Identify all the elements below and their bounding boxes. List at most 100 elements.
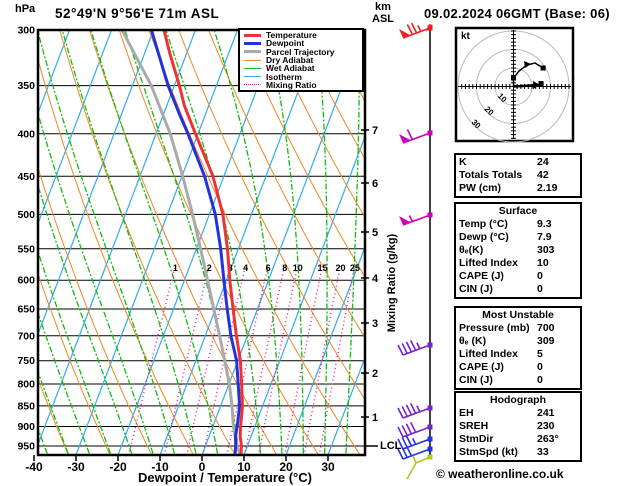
table-row-label: CAPE (J)	[459, 270, 504, 282]
km-unit-label: km	[375, 1, 391, 13]
table-row: EH 241	[459, 407, 577, 420]
legend-swatch	[244, 33, 261, 37]
legend-item: Wet Adiabat	[244, 64, 362, 73]
table-row-value: 5	[537, 348, 543, 360]
table-row: θₑ (K) 309	[459, 335, 577, 348]
table-row: Totals Totals 42	[459, 169, 577, 182]
table-row-label: StmDir	[459, 433, 494, 445]
pressure-tick-label: 800	[17, 379, 35, 391]
table-row: CAPE (J) 0	[459, 361, 577, 374]
asl-unit-label: ASL	[372, 13, 394, 25]
copyright-label: © weatheronline.co.uk	[436, 467, 564, 481]
table-row: PW (cm) 2.19	[459, 182, 577, 195]
legend-swatch	[244, 76, 261, 78]
table-most-unstable: Most Unstable Pressure (mb) 700 θₑ (K) 3…	[454, 306, 582, 390]
table-row-label: CIN (J)	[459, 283, 493, 295]
legend-swatch	[244, 59, 261, 61]
km-tick-label: 2	[372, 368, 378, 380]
table-row: K 24	[459, 156, 577, 169]
km-tick-label: 4	[372, 273, 379, 285]
mixing-ratio-value-label: 6	[266, 263, 271, 273]
legend-item-label: Mixing Ratio	[266, 79, 317, 90]
table-row: Lifted Index 10	[459, 257, 577, 270]
table-row-value: 0	[537, 270, 543, 282]
table-row: Pressure (mb) 700	[459, 322, 577, 335]
table-surface: Surface Temp (°C) 9.3 Dewp (°C) 7.9 θₑ(K…	[454, 202, 582, 299]
table-row-value: 42	[537, 169, 549, 181]
mixing-ratio-value-label: 1	[173, 263, 178, 273]
table-row-label: θₑ (K)	[459, 335, 487, 347]
legend-swatch	[244, 41, 261, 45]
table-row-label: Pressure (mb)	[459, 322, 530, 334]
table-row: Dewp (°C) 7.9	[459, 231, 577, 244]
table-row: CAPE (J) 0	[459, 270, 577, 283]
pressure-tick-label: 300	[17, 25, 35, 37]
mixing-ratio-value-label: 20	[335, 263, 345, 273]
table-row-value: 241	[537, 407, 555, 419]
pressure-tick-label: 850	[17, 400, 35, 412]
pressure-tick-label: 350	[17, 80, 35, 92]
table-row-label: Dewp (°C)	[459, 231, 509, 243]
km-tick-label: 7	[372, 125, 378, 137]
table-row: CIN (J) 0	[459, 283, 577, 296]
legend-swatch	[244, 67, 261, 69]
temp-tick-label: -40	[25, 460, 43, 474]
table-row-value: 230	[537, 420, 555, 432]
table-row-label: θₑ(K)	[459, 244, 484, 256]
table-title: Most Unstable	[482, 309, 554, 321]
pressure-tick-label: 600	[17, 275, 35, 287]
table-row: Lifted Index 5	[459, 348, 577, 361]
table-row-value: 303	[537, 244, 555, 256]
table-row: StmSpd (kt) 33	[459, 446, 577, 459]
table-row-label: K	[459, 156, 467, 168]
pressure-tick-label: 950	[17, 441, 35, 453]
hodograph-panel: 102030	[454, 26, 575, 143]
km-tick-label: 5	[372, 227, 378, 239]
table-row-label: Lifted Index	[459, 348, 518, 360]
pressure-unit-label: hPa	[15, 3, 36, 15]
km-tick-label: 3	[372, 318, 378, 330]
page-title: 52°49'N 9°56'E 71m ASL	[55, 6, 220, 21]
table-row-label: PW (cm)	[459, 182, 501, 194]
sounding-curves	[120, 30, 245, 455]
km-tick-label: 1	[372, 412, 378, 424]
table-row: SREH 230	[459, 420, 577, 433]
table-row: CIN (J) 0	[459, 374, 577, 387]
table-row-value: 9.3	[537, 218, 552, 230]
table-row-value: 10	[537, 257, 549, 269]
table-row-label: EH	[459, 407, 474, 419]
mixing-ratio-value-label: 10	[293, 263, 303, 273]
km-tick-label: 6	[372, 178, 378, 190]
pressure-tick-label: 750	[17, 355, 35, 367]
table-row: Temp (°C) 9.3	[459, 218, 577, 231]
table-row-value: 309	[537, 335, 555, 347]
mixing-ratio-axis-label: Mixing Ratio (g/kg)	[386, 233, 398, 333]
table-title: Surface	[498, 205, 538, 217]
table-indices: K 24 Totals Totals 42 PW (cm) 2.19	[454, 153, 582, 198]
table-title: Hodograph	[490, 394, 546, 406]
table-row: θₑ(K) 303	[459, 244, 577, 257]
lcl-label: LCL	[380, 440, 402, 452]
table-row-label: Totals Totals	[459, 169, 523, 181]
wind-barb-staff	[397, 22, 433, 480]
pressure-tick-label: 400	[17, 128, 35, 140]
legend: Temperature Dewpoint Parcel Trajectory D…	[238, 28, 364, 93]
pressure-tick-label: 700	[17, 330, 35, 342]
table-row-value: 33	[537, 446, 549, 458]
mixing-ratio-value-label: 8	[282, 263, 287, 273]
hodograph-unit-label: kt	[461, 31, 470, 42]
sounding-chart-page: 300 350 400 450 500 550 600 650 700 750 800 850 900 9…	[0, 0, 629, 486]
table-row-value: 7.9	[537, 231, 552, 243]
datetime-label: 09.02.2024 06GMT (Base: 06)	[424, 6, 610, 21]
table-row-value: 0	[537, 361, 543, 373]
table-row: StmDir 263°	[459, 433, 577, 446]
table-hodograph: Hodograph EH 241 SREH 230 StmDir 263° St…	[454, 391, 582, 462]
x-axis-label: Dewpoint / Temperature (°C)	[138, 470, 312, 485]
mixing-ratio-value-label: 15	[317, 263, 327, 273]
table-row-label: StmSpd (kt)	[459, 446, 518, 458]
table-row-value: 2.19	[537, 182, 558, 194]
pressure-tick-label: 500	[17, 209, 35, 221]
table-row-value: 24	[537, 156, 549, 168]
pressure-tick-label: 550	[17, 243, 35, 255]
table-row-value: 0	[537, 374, 543, 386]
